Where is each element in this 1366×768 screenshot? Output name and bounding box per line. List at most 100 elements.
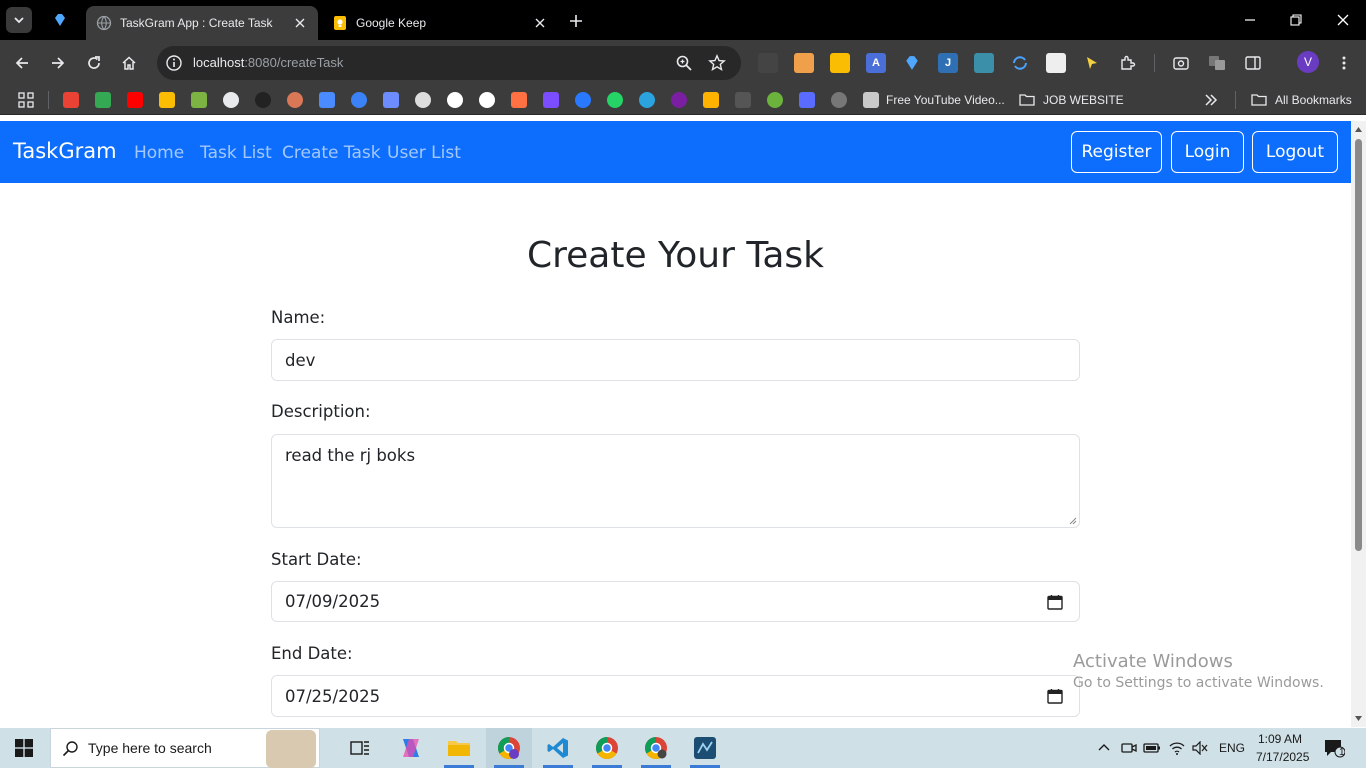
meet-now-button[interactable] [1118,728,1140,768]
extension-grid-icon[interactable] [1046,53,1066,73]
extension-diamond-icon[interactable] [902,53,922,73]
copilot-app[interactable] [388,728,434,768]
new-tab-button[interactable] [565,10,587,32]
extension-orange-icon[interactable] [794,53,814,73]
bookmark-star-icon[interactable] [708,54,726,72]
scroll-down-icon[interactable] [1354,714,1363,723]
nav-link-create-task[interactable]: Create Task [282,143,381,163]
side-panel-icon[interactable] [1243,53,1263,73]
scroll-up-icon[interactable] [1354,125,1363,134]
close-window-button[interactable] [1331,8,1355,32]
spring-bookmark-icon[interactable] [767,92,783,108]
extension-cursor-icon[interactable] [1082,53,1102,73]
url-text[interactable]: localhost:8080/createTask [193,55,343,70]
page-scrollbar[interactable] [1351,121,1366,727]
gemini-bookmark-icon[interactable] [319,92,335,108]
calendar-icon[interactable] [1047,688,1063,704]
copilot-bookmark-icon[interactable] [351,92,367,108]
claude-bookmark-icon[interactable] [287,92,303,108]
battery-button[interactable] [1141,728,1163,768]
tab-taskgram[interactable]: TaskGram App : Create Task [86,6,318,40]
profile-avatar[interactable]: V [1297,51,1319,73]
bookmark-youtube-video[interactable]: Free YouTube Video... [886,93,1005,107]
extensions-puzzle-icon[interactable] [1118,53,1138,73]
github-bookmark-icon[interactable] [255,92,271,108]
extension-sync-icon[interactable] [1010,53,1030,73]
extension-job-icon[interactable]: J [938,53,958,73]
login-button[interactable]: Login [1171,131,1244,173]
register-button[interactable]: Register [1071,131,1162,173]
address-bar[interactable]: localhost:8080/createTask [157,46,741,80]
zoom-icon[interactable] [675,54,693,72]
bookmark-code-icon[interactable] [799,92,815,108]
pinned-tab[interactable] [40,6,80,34]
nav-link-home[interactable]: Home [134,143,184,163]
notification-center-button[interactable]: 1 [1316,728,1352,768]
minimize-button[interactable] [1238,8,1262,32]
extension-translate-icon[interactable]: A [866,53,886,73]
resize-grip-icon[interactable] [1069,517,1077,525]
bookmark-rabbit-icon[interactable] [863,92,879,108]
bookmark-blue-icon[interactable] [383,92,399,108]
name-input[interactable]: dev [271,339,1080,381]
bookmark-m-icon[interactable] [511,92,527,108]
start-button[interactable] [0,728,48,768]
bookmark-terminal-icon[interactable] [735,92,751,108]
extension-cast-icon[interactable] [758,53,778,73]
extension-screen-icon[interactable] [974,53,994,73]
show-hidden-icons-button[interactable] [1093,728,1115,768]
screenshot-icon[interactable] [1171,53,1191,73]
bookmark-globe-icon[interactable] [479,92,495,108]
bookmark-purple-icon[interactable] [543,92,559,108]
extension-keep-icon[interactable] [830,53,850,73]
calendar-icon[interactable] [1047,594,1063,610]
site-info-icon[interactable] [165,54,183,72]
scroll-thumb[interactable] [1355,139,1362,551]
start-date-input[interactable]: 07/09/2025 [271,581,1080,622]
youtube-bookmark-icon[interactable] [127,92,143,108]
logout-button[interactable]: Logout [1252,131,1338,173]
wifi-button[interactable] [1166,728,1188,768]
nav-link-task-list[interactable]: Task List [200,143,272,163]
keep-bookmark-icon[interactable] [159,92,175,108]
forward-button[interactable] [46,51,70,75]
bookmark-shield-icon[interactable] [671,92,687,108]
clock-time[interactable]: 1:09 AM [1258,732,1302,746]
gmail-bookmark-icon[interactable] [63,92,79,108]
close-tab-icon[interactable] [532,15,548,31]
more-bookmarks-icon[interactable] [1203,92,1219,108]
vscode-app[interactable] [535,728,581,768]
bookmark-slash-icon[interactable] [415,92,431,108]
translate-icon[interactable] [1207,53,1227,73]
bookmark-play-icon[interactable] [575,92,591,108]
description-textarea[interactable]: read the rj boks [271,434,1080,528]
back-button[interactable] [10,51,34,75]
close-tab-icon[interactable] [292,15,308,31]
volume-button[interactable] [1189,728,1211,768]
download-bookmark-icon[interactable] [191,92,207,108]
tab-google-keep[interactable]: Google Keep [322,6,558,40]
whatsapp-bookmark-icon[interactable] [607,92,623,108]
navbar-brand[interactable]: TaskGram [13,139,117,163]
home-button[interactable] [117,51,141,75]
task-view-button[interactable] [337,728,383,768]
apps-grid-icon[interactable] [18,92,34,108]
taskbar-search-box[interactable]: Type here to search [50,728,320,768]
file-explorer-app[interactable] [436,728,482,768]
bookmark-bars-icon[interactable] [703,92,719,108]
language-indicator[interactable]: ENG [1219,741,1245,755]
telegram-bookmark-icon[interactable] [639,92,655,108]
end-date-input[interactable]: 07/25/2025 [271,675,1080,717]
chrome-app[interactable] [584,728,630,768]
bookmark-white-icon[interactable] [447,92,463,108]
clock-date[interactable]: 7/17/2025 [1256,750,1309,764]
nav-link-user-list[interactable]: User List [387,143,461,163]
bookmark-gear-icon[interactable] [831,92,847,108]
chrome-app-second-profile[interactable] [633,728,679,768]
reload-button[interactable] [82,51,106,75]
drive-bookmark-icon[interactable] [95,92,111,108]
tab-search-button[interactable] [6,7,32,33]
chrome-app-profile-v[interactable] [486,728,532,768]
openai-bookmark-icon[interactable] [223,92,239,108]
all-bookmarks[interactable]: All Bookmarks [1275,93,1352,107]
